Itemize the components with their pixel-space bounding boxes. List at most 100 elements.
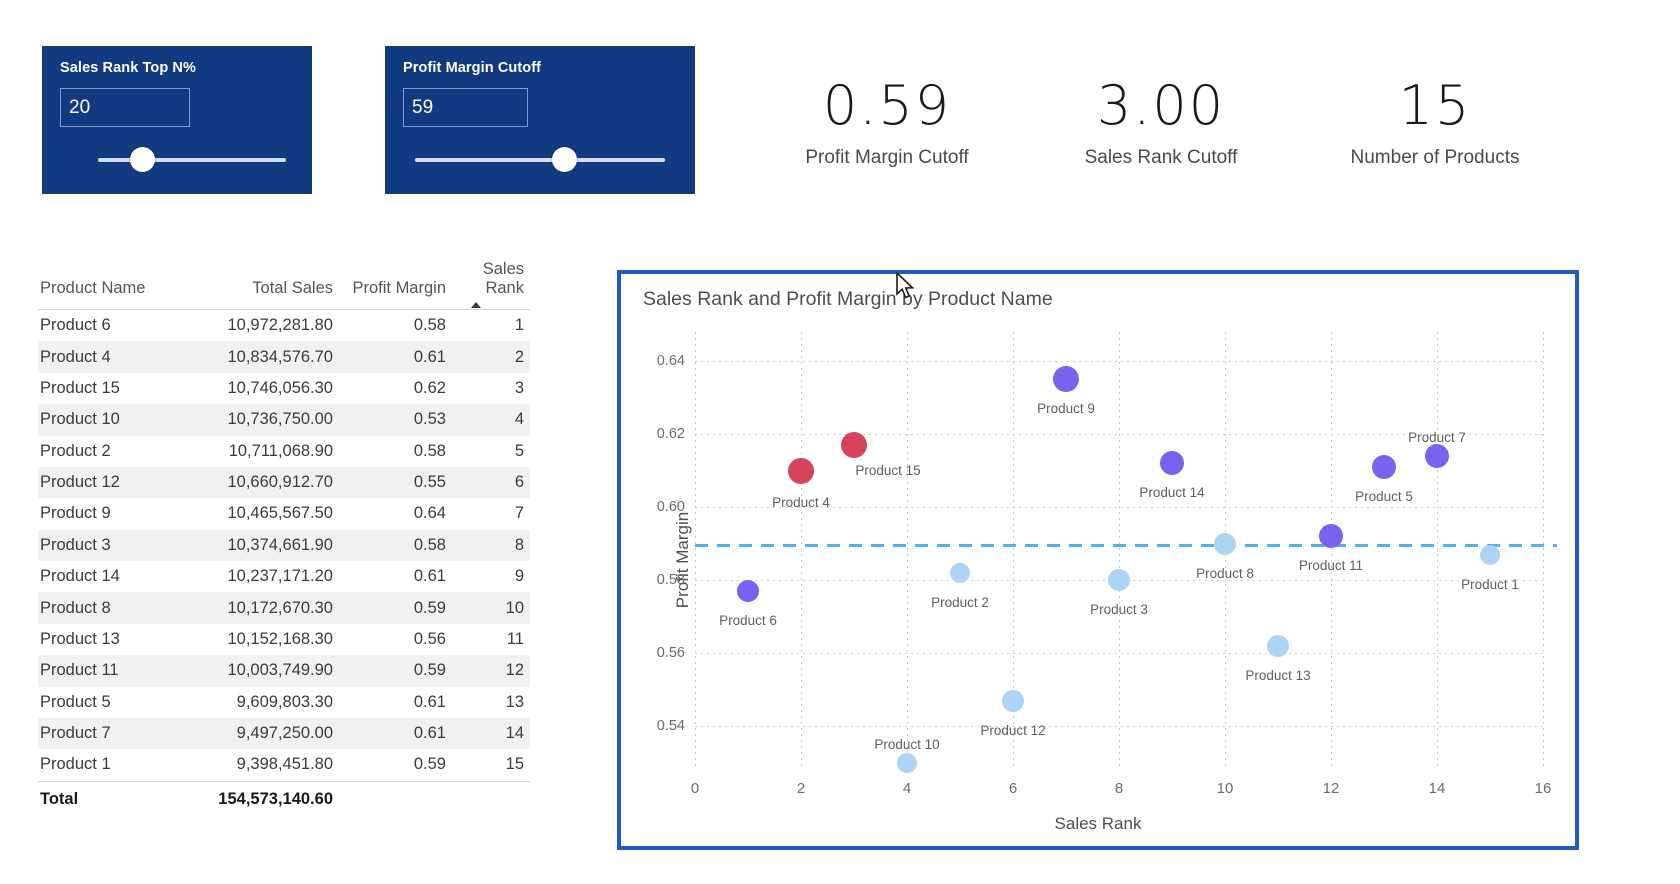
scatter-point-label: Product 2 <box>931 594 989 610</box>
profit-margin-cutoff-reference-line <box>695 543 1557 547</box>
cell-profit-margin: 0.61 <box>413 692 446 711</box>
cell-profit-margin: 0.61 <box>333 717 448 750</box>
cell-product-name: Product 13 <box>40 629 120 648</box>
scatter-point-label: Product 1 <box>1461 576 1519 592</box>
scatter-point[interactable] <box>1425 444 1449 469</box>
table-row[interactable]: Product 14 10,237,171.20 0.61 9 <box>38 561 530 592</box>
cell-sales-rank: 14 <box>448 717 530 750</box>
table-row[interactable]: Product 5 9,609,803.30 0.61 13 <box>38 687 530 718</box>
y-axis-tick-label: 0.64 <box>656 353 685 370</box>
table-header: Product Name Total Sales Profit Margin S… <box>38 260 530 310</box>
cell-total-sales: 10,660,912.70 <box>183 466 333 499</box>
gridline-vertical <box>695 332 696 770</box>
cell-profit-margin: 0.58 <box>413 441 446 460</box>
scatter-point-label: Product 4 <box>772 494 830 510</box>
sales-rank-slider[interactable] <box>60 147 294 172</box>
scatter-point[interactable] <box>1053 366 1079 393</box>
x-axis-tick-label: 10 <box>1216 780 1234 797</box>
column-header-total-sales[interactable]: Total Sales <box>183 260 333 310</box>
column-header-profit-margin[interactable]: Profit Margin <box>333 260 448 310</box>
sales-rank-slicer-title: Sales Rank Top N% <box>60 60 196 76</box>
products-table[interactable]: Product Name Total Sales Profit Margin S… <box>38 260 530 815</box>
scatter-point[interactable] <box>1002 689 1024 712</box>
x-axis-tick-label: 12 <box>1322 780 1340 797</box>
table-row[interactable]: Product 4 10,834,576.70 0.61 2 <box>38 341 530 373</box>
x-axis-tick-label: 16 <box>1534 780 1552 797</box>
scatter-point[interactable] <box>788 457 814 484</box>
kpi-label: Sales Rank Cutoff <box>1084 146 1238 168</box>
gridline-vertical <box>1437 332 1438 770</box>
cell-product-name: Product 1 <box>40 755 111 774</box>
cell-total-sales: 10,972,281.80 <box>227 316 333 335</box>
cell-product-name: Product 11 <box>38 655 183 687</box>
kpi-value: 15 <box>1398 74 1472 137</box>
profit-margin-input[interactable] <box>403 88 528 127</box>
scatter-point[interactable] <box>841 432 867 459</box>
cell-profit-margin: 0.58 <box>333 529 448 561</box>
table-row[interactable]: Product 12 10,660,912.70 0.55 6 <box>38 466 530 499</box>
cell-sales-rank: 12 <box>448 655 530 687</box>
plot-inner: 0.64 0.62 0.60 0.58 0.56 0.54 0 2 4 6 8 10 12 14 16 Pro… <box>657 332 1557 797</box>
sales-rank-input[interactable] <box>60 88 190 127</box>
cell-total-sales: 10,746,056.30 <box>227 378 333 397</box>
scatter-point[interactable] <box>1267 634 1289 657</box>
column-header-product-name[interactable]: Product Name <box>38 260 183 310</box>
table-row[interactable]: Product 13 10,152,168.30 0.56 11 <box>38 624 530 655</box>
table-row[interactable]: Product 8 10,172,670.30 0.59 10 <box>38 592 530 624</box>
table-row[interactable]: Product 1 9,398,451.80 0.59 15 <box>38 749 530 781</box>
table-row[interactable]: Product 15 10,746,056.30 0.62 3 <box>38 373 530 404</box>
y-axis-tick-label: 0.56 <box>656 645 685 662</box>
cell-profit-margin: 0.53 <box>333 404 448 436</box>
scatter-point[interactable] <box>1319 524 1343 549</box>
sort-ascending-icon <box>471 302 481 308</box>
cell-sales-rank: 6 <box>448 466 530 499</box>
y-axis-tick-label: 0.58 <box>656 572 685 589</box>
cell-profit-margin: 0.59 <box>413 755 446 774</box>
scatter-point[interactable] <box>1160 451 1184 476</box>
x-axis-tick-label: 6 <box>1008 780 1018 797</box>
cell-profit-margin: 0.61 <box>413 567 446 586</box>
scatter-point[interactable] <box>1108 569 1130 592</box>
column-header-sales-rank-label: Sales Rank <box>482 260 524 297</box>
cell-sales-rank: 13 <box>505 692 524 711</box>
plot-area[interactable]: 0.64 0.62 0.60 0.58 0.56 0.54 0 2 4 6 8 10 12 14 16 Pro… <box>657 332 1557 797</box>
sales-rank-slicer[interactable]: Sales Rank Top N% <box>42 46 312 194</box>
cell-total-sales: 10,374,661.90 <box>183 529 333 561</box>
profit-margin-slider-track[interactable] <box>415 158 665 162</box>
table-row[interactable]: Product 6 10,972,281.80 0.58 1 <box>38 310 530 342</box>
scatter-chart-panel[interactable]: Sales Rank and Profit Margin by Product … <box>617 270 1579 850</box>
cell-product-name: Product 4 <box>38 341 183 373</box>
scatter-point[interactable] <box>897 752 917 773</box>
scatter-point[interactable] <box>950 562 970 583</box>
cell-total-sales: 10,237,171.20 <box>227 567 333 586</box>
gridline-vertical <box>1119 332 1120 770</box>
table-row[interactable]: Product 2 10,711,068.90 0.58 5 <box>38 436 530 467</box>
x-axis-tick-label: 4 <box>902 780 912 797</box>
table-row[interactable]: Product 7 9,497,250.00 0.61 14 <box>38 717 530 750</box>
kpi-card-number-of-products: 15 Number of Products <box>1305 74 1565 169</box>
cell-profit-margin: 0.58 <box>413 316 446 335</box>
sales-rank-slider-track[interactable] <box>98 158 286 162</box>
total-total-sales: 154,573,140.60 <box>183 780 333 815</box>
scatter-point[interactable] <box>1372 455 1396 480</box>
total-label: Total <box>38 780 183 815</box>
table-row[interactable]: Product 9 10,465,567.50 0.64 7 <box>38 498 530 529</box>
x-axis-title: Sales Rank <box>1054 814 1142 833</box>
column-header-sales-rank[interactable]: Sales Rank <box>448 260 530 310</box>
scatter-point[interactable] <box>737 580 759 603</box>
table-row[interactable]: Product 10 10,736,750.00 0.53 4 <box>38 404 530 436</box>
cell-sales-rank: 9 <box>514 567 524 586</box>
scatter-point[interactable] <box>1214 532 1236 555</box>
cell-profit-margin: 0.59 <box>333 655 448 687</box>
cell-product-name: Product 12 <box>38 466 183 499</box>
cell-total-sales: 10,711,068.90 <box>228 441 333 460</box>
scatter-point[interactable] <box>1480 544 1500 565</box>
profit-margin-slider[interactable] <box>403 147 677 172</box>
profit-margin-slider-thumb[interactable] <box>552 147 578 172</box>
profit-margin-slicer[interactable]: Profit Margin Cutoff <box>385 46 695 194</box>
cell-profit-margin: 0.56 <box>413 629 446 648</box>
sales-rank-slider-thumb[interactable] <box>129 147 155 172</box>
table-row[interactable]: Product 11 10,003,749.90 0.59 12 <box>38 655 530 687</box>
table-row[interactable]: Product 3 10,374,661.90 0.58 8 <box>38 529 530 561</box>
table-footer: Total 154,573,140.60 <box>38 780 530 815</box>
